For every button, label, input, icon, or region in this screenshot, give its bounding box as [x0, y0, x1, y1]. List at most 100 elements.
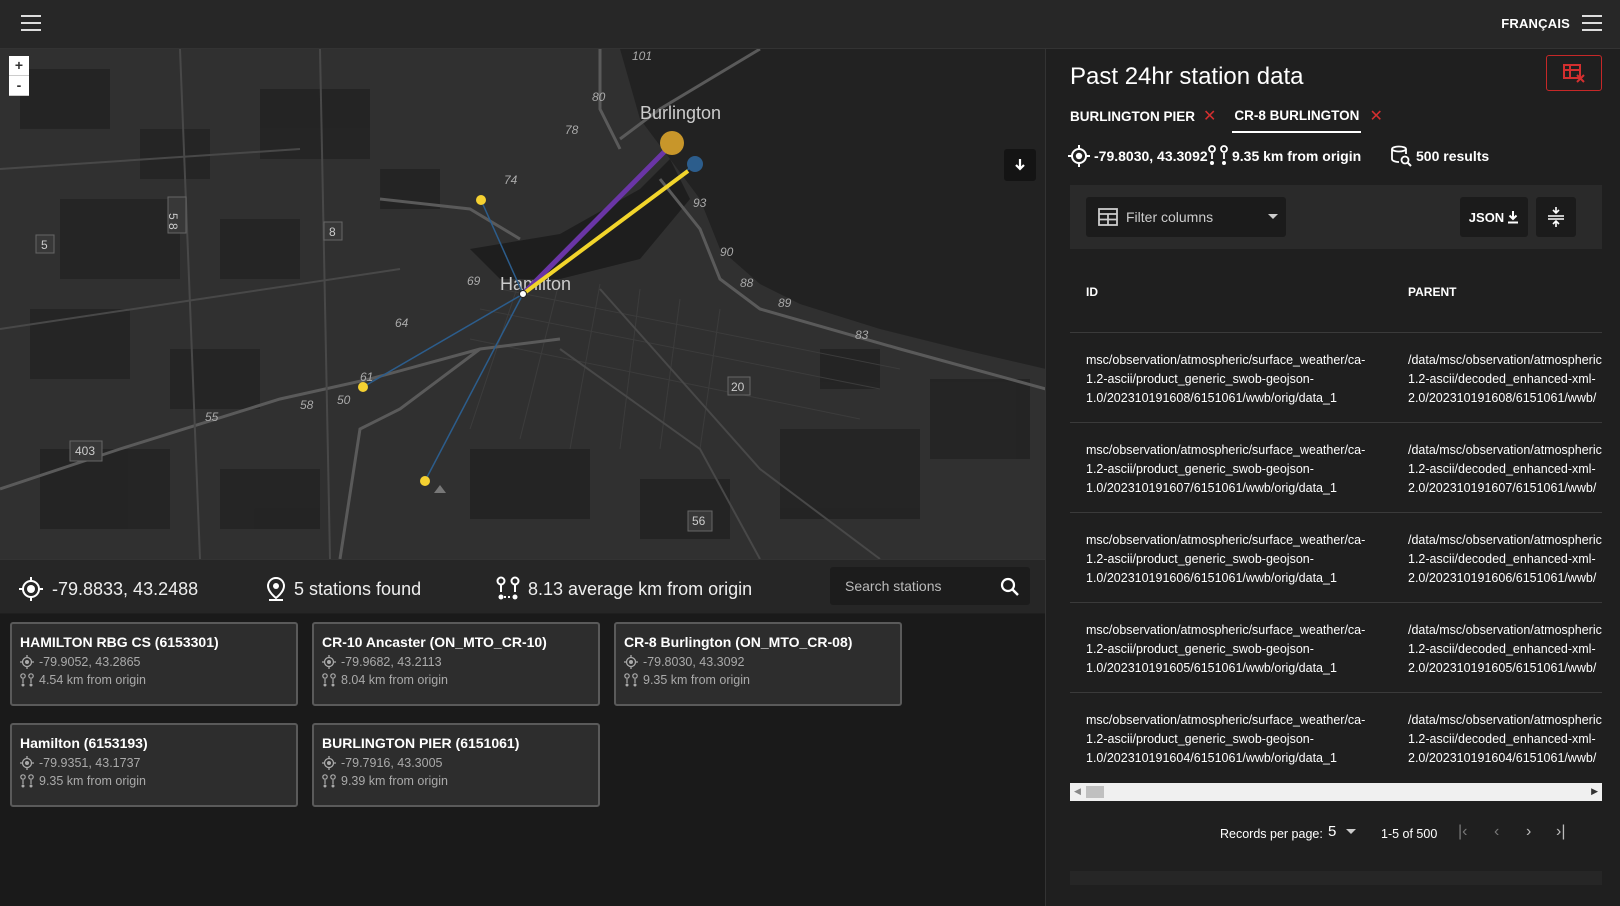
- chevron-down-icon: [1268, 214, 1278, 219]
- map-view[interactable]: Burlington Hamilton 101 80 78 74 93 90 8…: [0, 49, 1046, 559]
- tab-label: CR-8 BURLINGTON: [1234, 107, 1360, 123]
- selected-station-distance-text: 9.35 km from origin: [1232, 148, 1362, 164]
- tab-close-cr8[interactable]: ✕: [1369, 101, 1384, 133]
- map-label-58: 58: [300, 398, 314, 412]
- clear-tables-button[interactable]: [1546, 55, 1602, 91]
- map-canvas[interactable]: Burlington Hamilton 101 80 78 74 93 90 8…: [0, 49, 1046, 559]
- database-search-icon: [1391, 145, 1412, 167]
- map-label-83: 83: [855, 328, 869, 342]
- horizontal-scrollbar[interactable]: ◀ ▶: [1070, 783, 1602, 801]
- cell-parent: /data/msc/observation/atmospheric/1.2-as…: [1408, 533, 1602, 585]
- table-body: msc/observation/atmospheric/surface_weat…: [1070, 333, 1602, 783]
- cell-parent: /data/msc/observation/atmospheric/1.2-as…: [1408, 443, 1602, 495]
- station-card[interactable]: CR-8 Burlington (ON_MTO_CR-08) -79.8030,…: [614, 622, 902, 706]
- station-tabs: BURLINGTON PIER ✕ CR-8 BURLINGTON ✕: [1068, 101, 1385, 133]
- selected-station-coords: -79.8030, 43.3092: [1068, 145, 1208, 167]
- selected-station-coords-text: -79.8030, 43.3092: [1094, 148, 1208, 164]
- column-header-parent[interactable]: PARENT: [1408, 285, 1456, 299]
- next-page-button[interactable]: ›: [1526, 823, 1531, 841]
- zoom-in-button[interactable]: +: [9, 56, 29, 76]
- station-card-coords: -79.9052, 43.2865: [39, 655, 141, 669]
- results-count-text: 500 results: [1416, 148, 1490, 164]
- station-card[interactable]: CR-10 Ancaster (ON_MTO_CR-10) -79.9682, …: [312, 622, 600, 706]
- table-row[interactable]: msc/observation/atmospheric/surface_weat…: [1070, 603, 1602, 693]
- density-icon: [1548, 207, 1564, 227]
- map-label-88: 88: [740, 276, 754, 290]
- map-download-button[interactable]: [1004, 149, 1036, 181]
- row-density-button[interactable]: [1536, 197, 1576, 237]
- scroll-right-arrow[interactable]: ▶: [1591, 786, 1598, 797]
- station-card-name: CR-8 Burlington (ON_MTO_CR-08): [624, 634, 853, 650]
- station-card[interactable]: BURLINGTON PIER (6151061) -79.7916, 43.3…: [312, 723, 600, 807]
- route-label-20: 20: [731, 380, 745, 394]
- map-label-101: 101: [632, 49, 652, 63]
- records-per-page-select[interactable]: 5: [1328, 823, 1357, 840]
- route-label-58: 5 8: [166, 213, 180, 230]
- table-row[interactable]: msc/observation/atmospheric/surface_weat…: [1070, 693, 1602, 783]
- station-marker-burlington-pier[interactable]: [660, 131, 684, 155]
- zoom-out-button[interactable]: -: [9, 76, 29, 96]
- station-card-coords: -79.8030, 43.3092: [643, 655, 745, 669]
- menu-icon[interactable]: [21, 15, 41, 31]
- filter-columns-select[interactable]: Filter columns: [1086, 197, 1286, 237]
- download-icon: [1508, 211, 1519, 224]
- crosshair-icon: [624, 655, 638, 669]
- station-marker-cr8[interactable]: [687, 156, 703, 172]
- crosshair-icon: [322, 756, 336, 770]
- station-marker-hamilton-rbg[interactable]: [476, 195, 486, 205]
- table-toolbar: Filter columns JSON: [1070, 185, 1602, 249]
- selected-station-distance: 9.35 km from origin: [1208, 145, 1361, 167]
- close-icon[interactable]: ✕: [1203, 106, 1216, 126]
- table-row[interactable]: msc/observation/atmospheric/surface_weat…: [1070, 333, 1602, 423]
- origin-marker[interactable]: [519, 290, 527, 298]
- station-card[interactable]: Hamilton (6153193) -79.9351, 43.1737 9.3…: [10, 723, 298, 807]
- map-label-78: 78: [565, 123, 579, 137]
- route-label-403: 403: [75, 444, 95, 458]
- cell-id: msc/observation/atmospheric/surface_weat…: [1086, 353, 1366, 405]
- station-card-name: CR-10 Ancaster (ON_MTO_CR-10): [322, 634, 547, 650]
- station-marker-cr10[interactable]: [358, 382, 368, 392]
- station-card[interactable]: HAMILTON RBG CS (6153301) -79.9052, 43.2…: [10, 622, 298, 706]
- scroll-left-arrow[interactable]: ◀: [1074, 786, 1081, 797]
- first-page-button[interactable]: |‹: [1458, 823, 1467, 841]
- chevron-down-icon: [1346, 829, 1357, 834]
- cell-parent: /data/msc/observation/atmospheric/1.2-as…: [1408, 623, 1602, 675]
- cell-id: msc/observation/atmospheric/surface_weat…: [1086, 713, 1366, 765]
- table-row[interactable]: msc/observation/atmospheric/surface_weat…: [1070, 513, 1602, 603]
- map-label-64: 64: [395, 316, 409, 330]
- map-label-74: 74: [504, 173, 518, 187]
- route-label-56: 56: [692, 514, 706, 528]
- station-data-panel: Past 24hr station data BURLINGTON PIER ✕…: [1046, 49, 1620, 906]
- table-remove-icon: [1563, 64, 1585, 83]
- close-icon[interactable]: ✕: [1369, 106, 1382, 126]
- station-card-distance: 4.54 km from origin: [39, 673, 146, 687]
- tab-cr8-burlington[interactable]: CR-8 BURLINGTON: [1232, 101, 1362, 133]
- map-label-93: 93: [693, 196, 707, 210]
- map-label-90: 90: [720, 245, 734, 259]
- crosshair-icon: [20, 756, 34, 770]
- station-card-list: HAMILTON RBG CS (6153301) -79.9052, 43.2…: [0, 614, 1046, 906]
- column-header-id[interactable]: ID: [1086, 285, 1098, 299]
- cell-id: msc/observation/atmospheric/surface_weat…: [1086, 533, 1366, 585]
- previous-page-button[interactable]: ‹: [1494, 823, 1499, 841]
- station-search: [830, 567, 1030, 605]
- origin-coords-text: -79.8833, 43.2488: [52, 578, 199, 599]
- stations-count-text: 5 stations found: [294, 578, 422, 599]
- arrow-down-icon: [1015, 159, 1025, 171]
- search-icon[interactable]: [1000, 577, 1020, 597]
- language-toggle[interactable]: FRANÇAIS: [1501, 16, 1570, 31]
- menu-icon-right[interactable]: [1582, 15, 1602, 31]
- filter-columns-label: Filter columns: [1126, 209, 1214, 225]
- station-card-distance: 9.39 km from origin: [341, 774, 448, 788]
- station-search-input[interactable]: [830, 567, 1000, 605]
- station-marker-hamilton[interactable]: [420, 476, 430, 486]
- json-download-button[interactable]: JSON: [1460, 197, 1528, 237]
- tab-burlington-pier[interactable]: BURLINGTON PIER ✕: [1068, 101, 1218, 133]
- table-row[interactable]: msc/observation/atmospheric/surface_weat…: [1070, 423, 1602, 513]
- station-card-distance: 9.35 km from origin: [39, 774, 146, 788]
- route-label-8: 8: [329, 225, 336, 239]
- scrollbar-thumb[interactable]: [1086, 786, 1104, 798]
- map-label-burlington: Burlington: [640, 103, 721, 123]
- crosshair-icon: [322, 655, 336, 669]
- last-page-button[interactable]: ›|: [1556, 823, 1565, 841]
